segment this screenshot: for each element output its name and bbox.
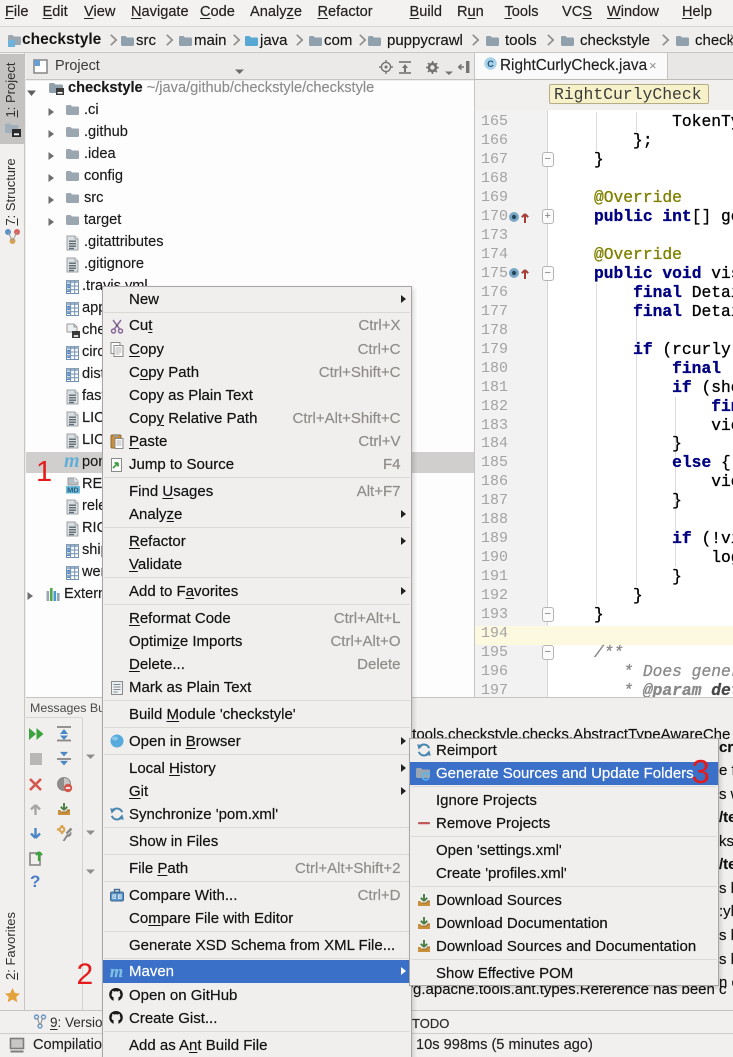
svg-text:MD: MD [67, 485, 79, 494]
svg-text:C: C [487, 59, 494, 69]
